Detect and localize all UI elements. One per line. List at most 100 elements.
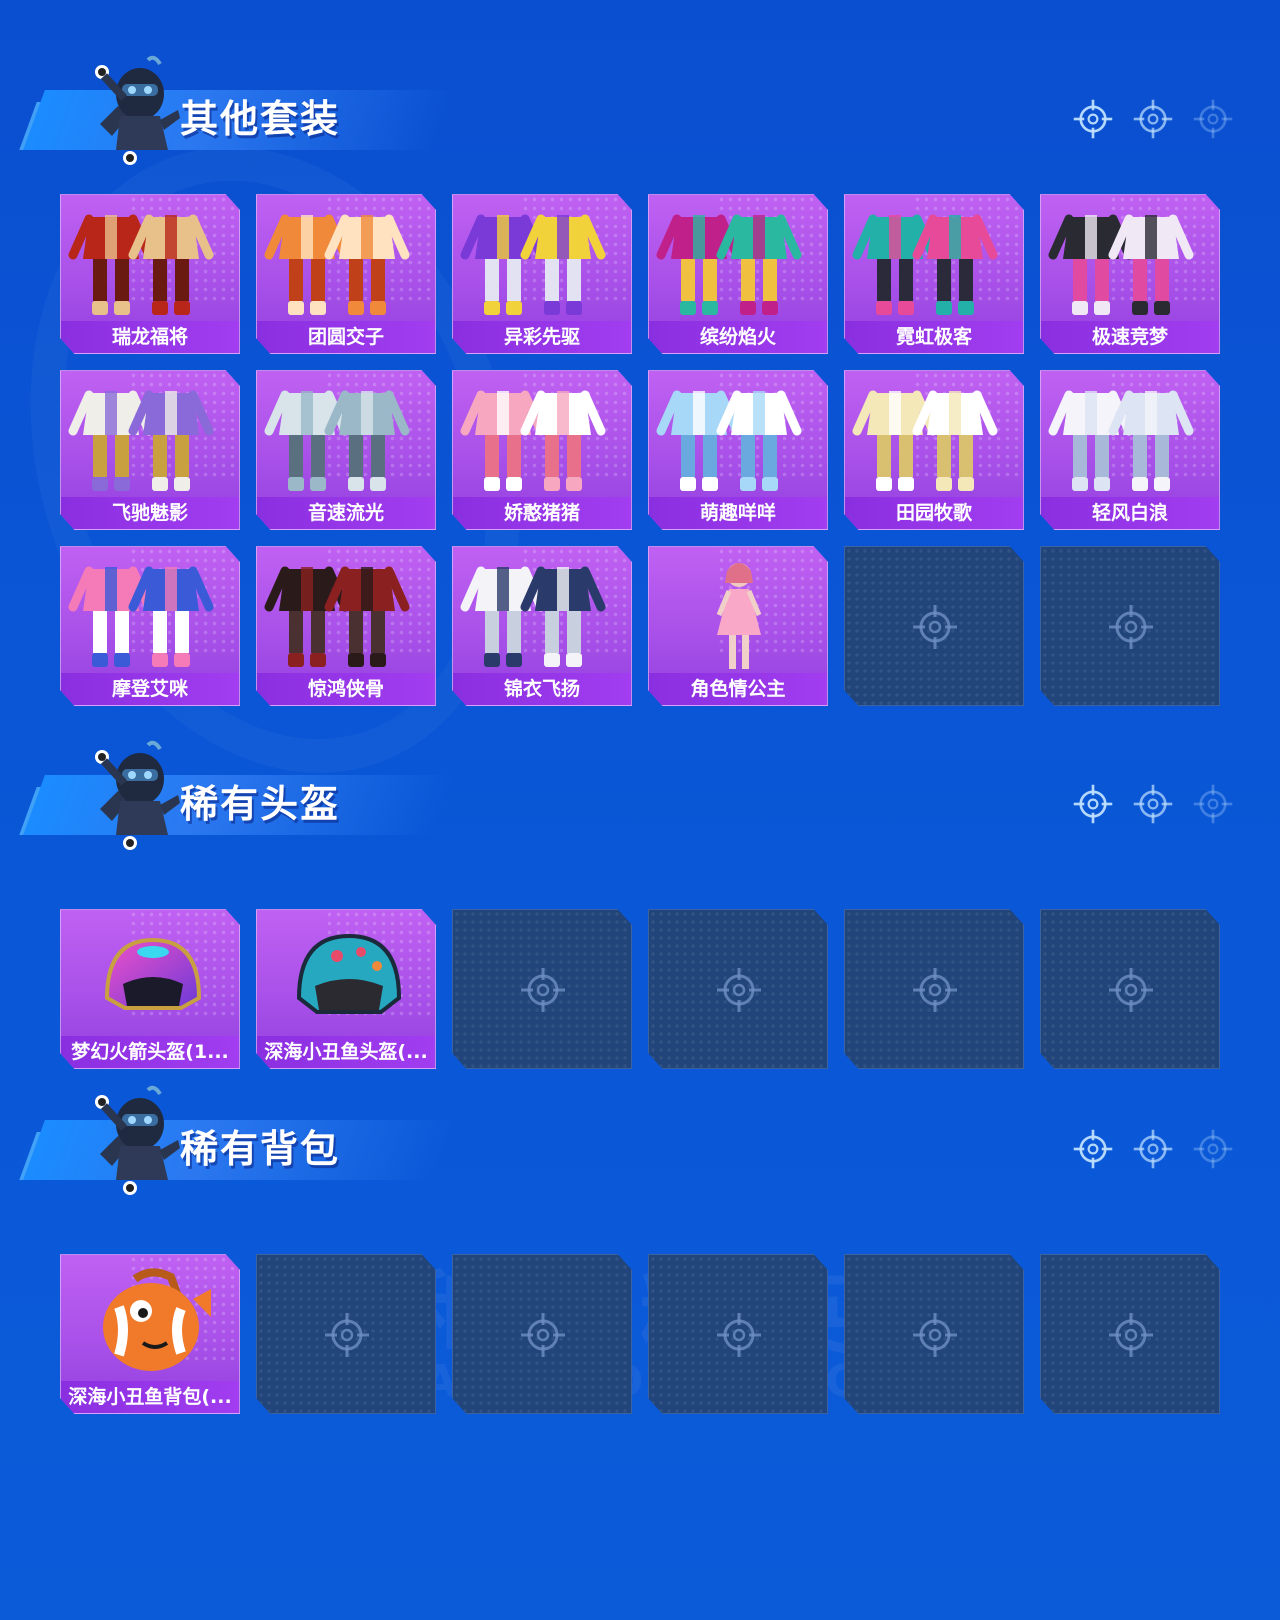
item-card[interactable]: 缤纷焰火 <box>648 194 828 354</box>
item-card[interactable]: 萌趣咩咩 <box>648 370 828 530</box>
empty-slot <box>648 1254 828 1414</box>
item-name: 轻风白浪 <box>1041 497 1219 529</box>
backpack-clownfish-image <box>103 1268 211 1371</box>
item-card[interactable]: 霓虹极客 <box>844 194 1024 354</box>
crosshair-icon <box>519 966 567 1014</box>
item-name: 惊鸿侠骨 <box>257 673 435 705</box>
item-card[interactable]: 深海小丑鱼头盔(... <box>256 909 436 1069</box>
outfit-black-pink-image <box>1048 214 1194 315</box>
crosshair-icon <box>1107 966 1155 1014</box>
section-header: 稀有背包 <box>19 1080 455 1200</box>
item-name: 缤纷焰火 <box>649 321 827 353</box>
item-card[interactable]: 摩登艾咪 <box>60 546 240 706</box>
item-name: 飞驰魅影 <box>61 497 239 529</box>
crosshair-icon <box>1132 1128 1174 1170</box>
crosshair-icon <box>911 603 959 651</box>
empty-slot <box>452 1254 632 1414</box>
character-pink-dress-image <box>716 563 762 669</box>
crosshair-icon <box>519 1311 567 1359</box>
crosshair-icon <box>1132 98 1174 140</box>
item-card[interactable]: 角色情公主 <box>648 546 828 706</box>
item-card[interactable]: 田园牧歌 <box>844 370 1024 530</box>
item-name: 角色情公主 <box>649 673 827 705</box>
crosshair-icon <box>1192 783 1234 825</box>
item-name: 萌趣咩咩 <box>649 497 827 529</box>
helmet-teal-image <box>296 933 402 1014</box>
item-name: 深海小丑鱼背包(... <box>61 1381 239 1413</box>
item-name: 梦幻火箭头盔(1... <box>61 1036 239 1068</box>
section-header: 稀有头盔 <box>19 735 455 855</box>
item-name: 音速流光 <box>257 497 435 529</box>
item-card[interactable]: 极速竞梦 <box>1040 194 1220 354</box>
item-name: 锦衣飞扬 <box>453 673 631 705</box>
item-grid: 瑞龙福将 团圆交子 异彩先驱 缤纷焰火 霓虹极客 极速竞梦飞驰魅影 音速流光 娇憨猪猪 萌趣咩咩… <box>60 194 1220 706</box>
item-card[interactable]: 惊鸿侠骨 <box>256 546 436 706</box>
outfit-pink-image <box>460 390 606 491</box>
item-name: 异彩先驱 <box>453 321 631 353</box>
item-card[interactable]: 团圆交子 <box>256 194 436 354</box>
skydiver-character-icon <box>95 740 180 850</box>
empty-slot <box>1040 546 1220 706</box>
target-decoration <box>1072 783 1234 825</box>
outfit-black-red-image <box>264 566 410 667</box>
section-title: 稀有头盔 <box>180 782 341 826</box>
crosshair-icon <box>911 966 959 1014</box>
outfit-red-image <box>68 214 214 315</box>
crosshair-icon <box>1192 1128 1234 1170</box>
item-name: 瑞龙福将 <box>61 321 239 353</box>
outfit-purple-yellow-image <box>460 214 606 315</box>
target-decoration <box>1072 98 1234 140</box>
item-card[interactable]: 飞驰魅影 <box>60 370 240 530</box>
item-name: 极速竞梦 <box>1041 321 1219 353</box>
empty-slot <box>256 1254 436 1414</box>
crosshair-icon <box>715 966 763 1014</box>
section-title: 其他套装 <box>180 97 341 141</box>
crosshair-icon <box>715 1311 763 1359</box>
outfit-cream-image <box>852 390 998 491</box>
outfit-teal-pink-image <box>852 214 998 315</box>
outfit-magenta-teal-image <box>656 214 802 315</box>
outfit-white-purple-image <box>68 390 214 491</box>
item-name: 摩登艾咪 <box>61 673 239 705</box>
item-card[interactable]: 梦幻火箭头盔(1... <box>60 909 240 1069</box>
empty-slot <box>844 546 1024 706</box>
outfit-orange-image <box>264 214 410 315</box>
item-grid: 梦幻火箭头盔(1... 深海小丑鱼头盔(... <box>60 909 1220 1069</box>
item-name: 娇憨猪猪 <box>453 497 631 529</box>
item-name: 田园牧歌 <box>845 497 1023 529</box>
empty-slot <box>452 909 632 1069</box>
item-card[interactable]: 娇憨猪猪 <box>452 370 632 530</box>
target-decoration <box>1072 1128 1234 1170</box>
crosshair-icon <box>1072 98 1114 140</box>
item-card[interactable]: 深海小丑鱼背包(... <box>60 1254 240 1414</box>
item-card[interactable]: 锦衣飞扬 <box>452 546 632 706</box>
crosshair-icon <box>911 1311 959 1359</box>
section-header: 其他套装 <box>19 50 455 170</box>
outfit-pink-blue-image <box>68 566 214 667</box>
empty-slot <box>1040 1254 1220 1414</box>
item-name: 霓虹极客 <box>845 321 1023 353</box>
empty-slot <box>844 909 1024 1069</box>
helmet-pink-purple-image <box>104 937 202 1010</box>
item-card[interactable]: 音速流光 <box>256 370 436 530</box>
outfit-white-image <box>1048 390 1194 491</box>
empty-slot <box>1040 909 1220 1069</box>
crosshair-icon <box>1107 603 1155 651</box>
crosshair-icon <box>323 1311 371 1359</box>
outfit-white-navy-image <box>460 566 606 667</box>
crosshair-icon <box>1132 783 1174 825</box>
item-card[interactable]: 异彩先驱 <box>452 194 632 354</box>
item-name: 深海小丑鱼头盔(... <box>257 1036 435 1068</box>
crosshair-icon <box>1192 98 1234 140</box>
item-card[interactable]: 瑞龙福将 <box>60 194 240 354</box>
crosshair-icon <box>1072 783 1114 825</box>
item-name: 团圆交子 <box>257 321 435 353</box>
outfit-lightblue-image <box>656 390 802 491</box>
empty-slot <box>844 1254 1024 1414</box>
empty-slot <box>648 909 828 1069</box>
outfit-silver-image <box>264 390 410 491</box>
item-grid: 深海小丑鱼背包(... <box>60 1254 1220 1414</box>
item-card[interactable]: 轻风白浪 <box>1040 370 1220 530</box>
skydiver-character-icon <box>95 1085 180 1195</box>
skydiver-character-icon <box>95 55 180 165</box>
